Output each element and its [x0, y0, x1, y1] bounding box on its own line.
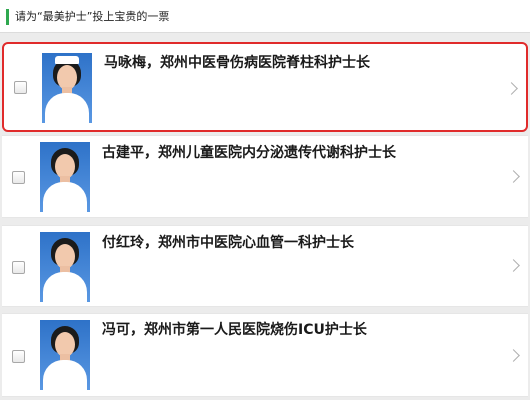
candidate-name: 冯可，郑州市第一人民医院烧伤ICU护士长	[102, 322, 367, 338]
candidate-name: 马咏梅，郑州中医骨伤病医院脊柱科护士长	[104, 55, 370, 71]
chevron-right-icon[interactable]	[507, 259, 520, 272]
portrait-photo	[40, 232, 90, 302]
candidate-name: 付红玲，郑州市中医院心血管一科护士长	[102, 235, 354, 251]
vote-checkbox[interactable]	[12, 350, 25, 363]
candidate-card[interactable]: 冯可，郑州市第一人民医院烧伤ICU护士长	[2, 313, 528, 397]
vote-checkbox[interactable]	[14, 81, 27, 94]
portrait-photo	[40, 142, 90, 212]
vote-checkbox[interactable]	[12, 261, 25, 274]
vote-prompt: 请为“最美护士”投上宝贵的一票	[15, 10, 170, 23]
vote-checkbox[interactable]	[12, 171, 25, 184]
candidate-card[interactable]: 马咏梅，郑州中医骨伤病医院脊柱科护士长	[2, 42, 528, 132]
green-accent-bar	[6, 9, 9, 25]
chevron-right-icon[interactable]	[505, 82, 518, 95]
chevron-right-icon[interactable]	[507, 170, 520, 183]
candidate-card[interactable]: 古建平，郑州儿童医院内分泌遗传代谢科护士长	[2, 135, 528, 218]
candidate-name: 古建平，郑州儿童医院内分泌遗传代谢科护士长	[102, 145, 396, 161]
candidate-card[interactable]: 付红玲，郑州市中医院心血管一科护士长	[2, 225, 528, 307]
vote-header: 请为“最美护士”投上宝贵的一票	[0, 0, 530, 33]
nurse-cap	[55, 56, 79, 64]
portrait-photo	[42, 53, 92, 123]
portrait-photo	[40, 320, 90, 390]
chevron-right-icon[interactable]	[507, 349, 520, 362]
